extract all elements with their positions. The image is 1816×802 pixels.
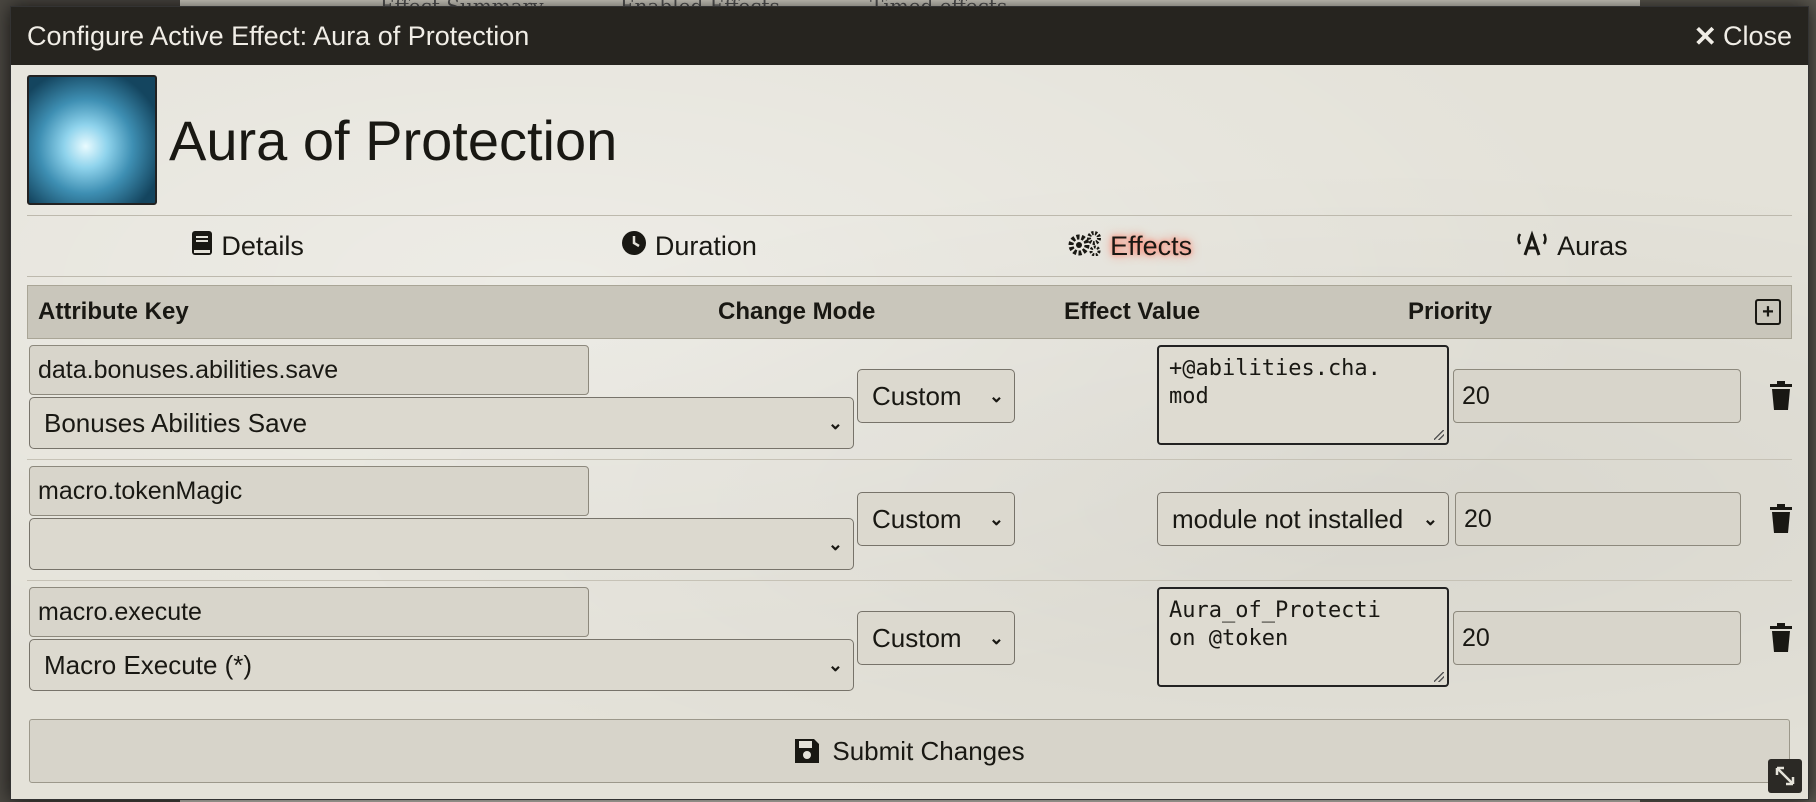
aura-icon [1515, 229, 1549, 263]
attribute-key-select-value: Macro Execute (*) [44, 649, 253, 680]
add-change-button[interactable]: + [1755, 299, 1781, 325]
changes-header: Attribute Key Change Mode Effect Value P… [27, 285, 1792, 339]
attribute-key-input[interactable]: data.bonuses.abilities.save [29, 345, 589, 395]
tab-duration-label: Duration [654, 230, 757, 261]
clock-icon [621, 230, 647, 263]
gears-icon [1068, 230, 1102, 263]
attribute-key-select-value: Bonuses Abilities Save [44, 407, 308, 438]
tab-details[interactable]: Details [27, 230, 468, 263]
col-priority: Priority [1408, 298, 1493, 325]
tab-effects-label: Effects [1110, 230, 1193, 261]
effect-value-select-value: module not installed [1172, 503, 1404, 534]
resize-handle[interactable] [1768, 759, 1802, 793]
attribute-key-select[interactable]: ⌄ [29, 518, 854, 570]
change-mode-select[interactable]: Custom ⌄ [857, 369, 1015, 423]
trash-icon[interactable] [1767, 504, 1795, 534]
sheet-tabs: Details Duration Effects Auras [27, 216, 1792, 277]
change-row: macro.execute Macro Execute (*) ⌄ Custom… [27, 581, 1792, 701]
change-mode-select[interactable]: Custom ⌄ [857, 611, 1015, 665]
trash-icon[interactable] [1767, 623, 1795, 653]
close-label: Close [1722, 20, 1792, 51]
change-mode-value: Custom [872, 380, 962, 411]
dialog-title: Configure Active Effect: Aura of Protect… [27, 20, 530, 51]
priority-input[interactable]: 20 [1453, 611, 1741, 665]
active-effect-dialog: Configure Active Effect: Aura of Protect… [10, 6, 1809, 800]
tab-effects[interactable]: Effects [910, 230, 1351, 263]
tab-auras[interactable]: Auras [1351, 229, 1792, 263]
priority-input[interactable]: 20 [1455, 492, 1741, 546]
chevron-down-icon: ⌄ [988, 385, 1004, 406]
dialog-body: Aura of Protection Details Duration Effe… [11, 65, 1808, 799]
resize-icon [1775, 766, 1795, 786]
chevron-down-icon: ⌄ [1422, 508, 1438, 529]
book-icon [191, 230, 213, 263]
attribute-key-input[interactable]: macro.tokenMagic [29, 466, 589, 516]
chevron-down-icon: ⌄ [827, 533, 843, 554]
change-row: data.bonuses.abilities.save Bonuses Abil… [27, 339, 1792, 460]
change-mode-value: Custom [872, 622, 962, 653]
effect-value-select[interactable]: module not installed ⌄ [1157, 492, 1449, 546]
chevron-down-icon: ⌄ [988, 627, 1004, 648]
col-change-mode: Change Mode [718, 298, 876, 325]
tab-details-label: Details [221, 230, 304, 261]
chevron-down-icon: ⌄ [827, 412, 843, 433]
submit-changes-label: Submit Changes [832, 735, 1025, 766]
priority-input[interactable]: 20 [1453, 369, 1741, 423]
effect-name[interactable]: Aura of Protection [169, 108, 617, 173]
change-mode-select[interactable]: Custom ⌄ [857, 492, 1015, 546]
plus-icon: + [1762, 301, 1774, 323]
tab-duration[interactable]: Duration [468, 230, 909, 263]
tab-auras-label: Auras [1557, 230, 1628, 261]
col-effect-value: Effect Value [1064, 298, 1201, 325]
effect-image[interactable] [27, 75, 157, 205]
save-icon [795, 739, 820, 763]
trash-icon[interactable] [1767, 381, 1795, 411]
dialog-header[interactable]: Configure Active Effect: Aura of Protect… [11, 7, 1808, 65]
close-icon: ✕ [1693, 20, 1717, 52]
effect-header: Aura of Protection [27, 65, 1792, 216]
submit-changes-button[interactable]: Submit Changes [29, 719, 1790, 783]
col-attribute-key: Attribute Key [38, 298, 189, 325]
close-button[interactable]: ✕ Close [1694, 20, 1793, 53]
effect-value-textarea[interactable]: +@abilities.cha. mod [1157, 345, 1449, 445]
chevron-down-icon: ⌄ [988, 508, 1004, 529]
change-mode-value: Custom [872, 503, 962, 534]
attribute-key-select[interactable]: Bonuses Abilities Save ⌄ [29, 397, 854, 449]
effect-value-textarea[interactable]: Aura_of_Protecti on @token [1157, 587, 1449, 687]
change-row: macro.tokenMagic ⌄ Custom ⌄ module not i… [27, 460, 1792, 581]
attribute-key-select[interactable]: Macro Execute (*) ⌄ [29, 639, 854, 691]
attribute-key-input[interactable]: macro.execute [29, 587, 589, 637]
chevron-down-icon: ⌄ [827, 654, 843, 675]
